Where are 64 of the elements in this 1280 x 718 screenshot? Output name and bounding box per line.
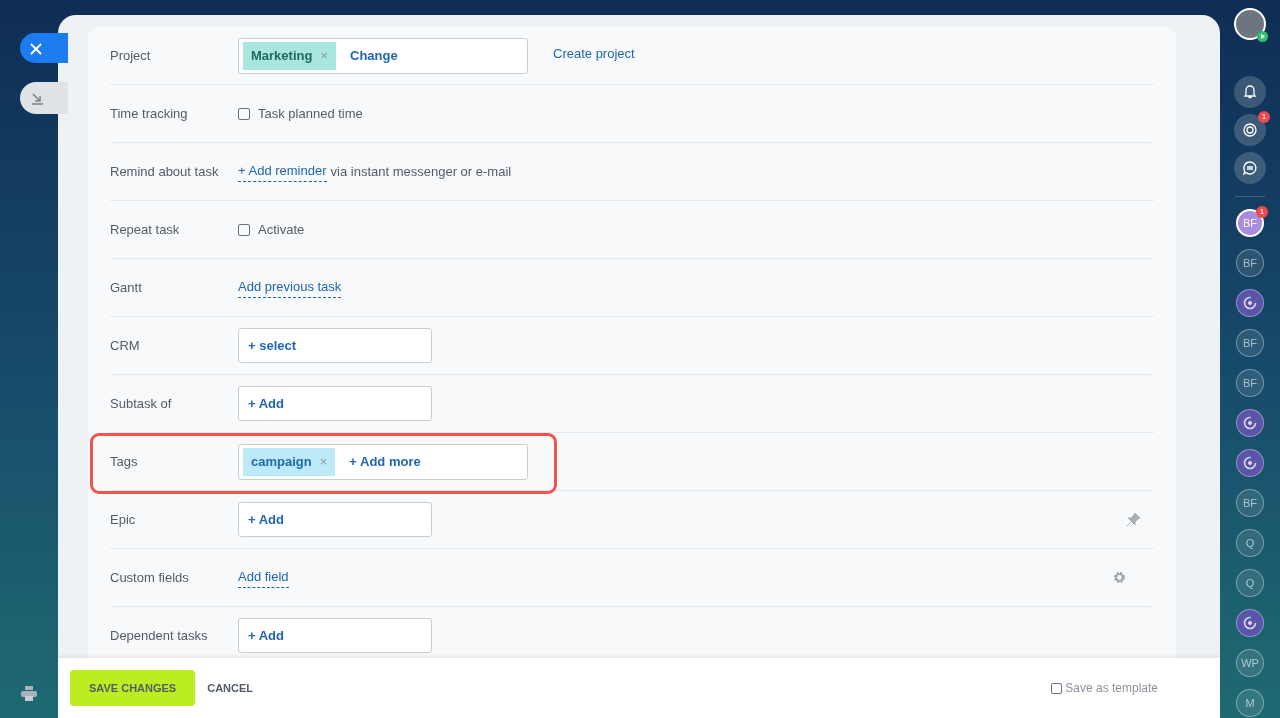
tag-field[interactable]: Marketing × Change [238,37,528,74]
play-icon [1257,31,1268,42]
field-label: Repeat task [110,220,181,239]
checkbox-label: Task planned time [258,104,363,123]
field-label: Custom fields [110,568,190,587]
create-project-link[interactable]: Create project [553,43,635,64]
chat-avatar[interactable]: BF [1236,489,1264,517]
tool-button[interactable] [1234,152,1266,184]
add-button[interactable]: + Add [238,618,432,653]
checkbox[interactable] [238,107,250,120]
add-button[interactable]: + Add [238,386,432,421]
add-link[interactable]: + Add more [335,451,435,472]
swirl-icon [1243,296,1257,310]
field-label: Gantt [110,278,143,297]
add-reminder-link[interactable]: + Add reminder [238,161,327,182]
add-link[interactable]: Add previous task [238,277,342,298]
field-label: Project [110,46,152,65]
chat-avatar[interactable]: Q [1236,529,1264,557]
field-label: Subtask of [110,394,173,413]
tag-field[interactable]: campaign × + Add more [238,443,528,480]
notification-badge: 1 [1256,206,1268,218]
close-button[interactable] [20,33,68,63]
add-link[interactable]: Add field [238,567,289,588]
tool-button[interactable] [1234,76,1266,108]
add-button[interactable]: + Add [238,502,432,537]
tag-chip[interactable]: campaign × [243,447,336,476]
checkbox-label: Save as template [1065,680,1158,697]
chat-logo[interactable] [1236,289,1264,317]
field-label: Epic [110,510,137,529]
save-changes-button[interactable]: SAVE CHANGES [70,670,196,706]
chat-avatar[interactable]: Q [1236,569,1264,597]
field-label: Dependent tasks [110,626,209,645]
field-label: Remind about task [110,162,220,181]
chat-icon [1241,159,1259,177]
add-button[interactable]: + select [238,328,432,363]
chat-logo[interactable] [1236,449,1264,477]
notification-badge: 1 [1258,111,1270,123]
field-label: CRM [110,336,141,355]
chat-avatar[interactable]: BF [1236,249,1264,277]
chat-avatar[interactable]: WP [1236,649,1264,677]
checkbox[interactable] [1051,682,1063,694]
tag-chip[interactable]: Marketing × [243,41,336,70]
chat-avatar[interactable]: M [1236,689,1264,717]
chat-avatar[interactable]: BF [1236,329,1264,357]
chat-avatar[interactable]: BF [1236,369,1264,397]
user-avatar[interactable] [1234,8,1266,40]
swirl-icon [1243,616,1257,630]
swirl-icon [1243,416,1257,430]
printer-icon[interactable] [21,686,37,701]
chat-logo[interactable] [1236,409,1264,437]
arrow-icon [31,92,44,106]
target-icon [1241,121,1259,139]
reminder-hint: via instant messenger or e-mail [330,162,512,181]
collapse-button[interactable] [20,82,68,114]
add-link[interactable]: Change [336,45,412,66]
checkbox[interactable] [238,223,250,236]
bell-icon [1241,83,1259,101]
field-label: Time tracking [110,104,189,123]
chat-logo[interactable] [1236,609,1264,637]
cancel-button[interactable]: CANCEL [195,679,266,697]
field-label: Tags [110,452,139,471]
swirl-icon [1243,456,1257,470]
close-icon [30,42,42,55]
checkbox-label: Activate [258,220,305,239]
